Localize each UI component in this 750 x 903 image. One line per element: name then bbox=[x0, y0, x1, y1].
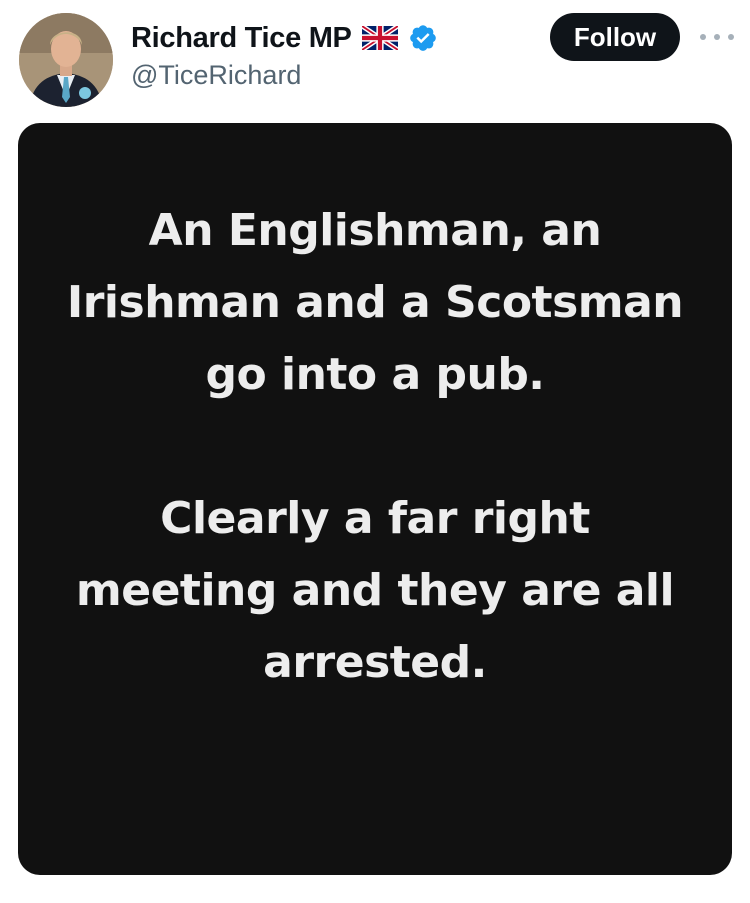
more-dot bbox=[714, 34, 720, 40]
verified-badge-icon[interactable] bbox=[408, 23, 438, 53]
post-media-image[interactable]: An Englishman, an Irishman and a Scotsma… bbox=[18, 123, 732, 875]
media-paragraph-1: An Englishman, an Irishman and a Scotsma… bbox=[66, 205, 684, 400]
author-display-name[interactable]: Richard Tice MP bbox=[131, 22, 352, 55]
author-name-row: Richard Tice MP bbox=[131, 18, 438, 58]
avatar-photo bbox=[19, 13, 113, 107]
avatar[interactable] bbox=[19, 13, 113, 107]
more-options-icon[interactable] bbox=[700, 28, 734, 46]
media-text: An Englishman, an Irishman and a Scotsma… bbox=[18, 195, 732, 699]
uk-flag-icon bbox=[361, 26, 398, 50]
more-dot bbox=[728, 34, 734, 40]
post-header: Richard Tice MP @TiceRichard Follow bbox=[0, 0, 750, 120]
author-handle[interactable]: @TiceRichard bbox=[131, 60, 301, 91]
follow-button[interactable]: Follow bbox=[550, 13, 680, 61]
more-dot bbox=[700, 34, 706, 40]
media-paragraph-2: Clearly a far right meeting and they are… bbox=[75, 493, 675, 688]
